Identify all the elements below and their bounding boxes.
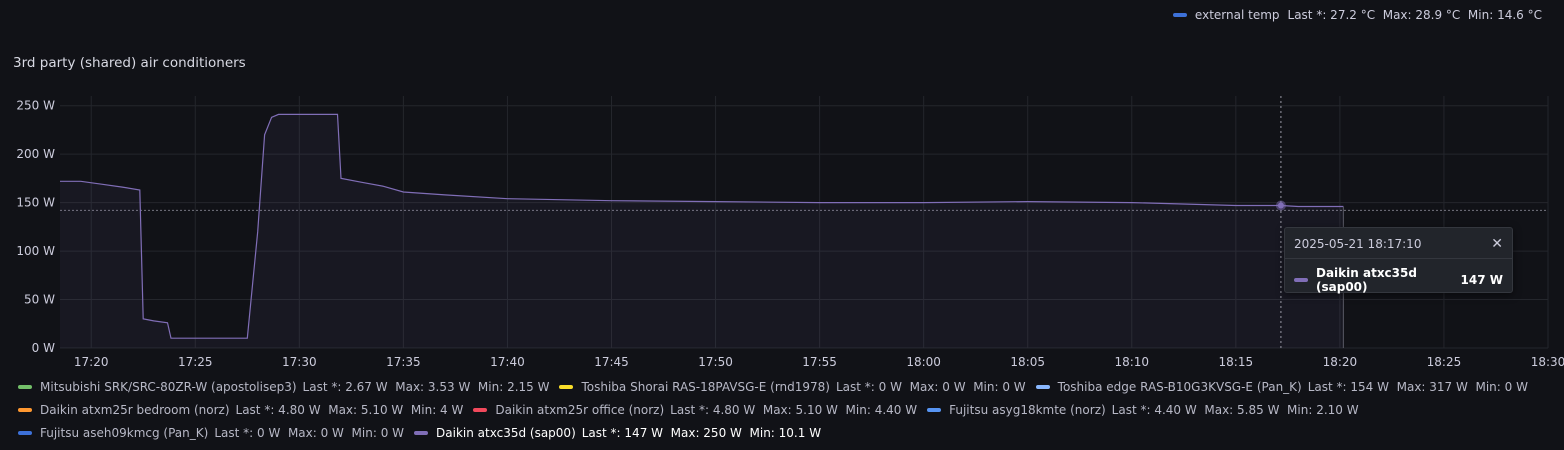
legend-series-stats: Last *: 147 W Max: 250 W Min: 10.1 W: [581, 426, 822, 440]
tooltip-swatch: [1294, 278, 1308, 282]
tooltip-series-name: Daikin atxc35d (sap00): [1316, 266, 1417, 294]
legend-item[interactable]: Daikin atxm25r office (norz) Last *: 4.80…: [473, 403, 917, 417]
legend-row-3: Fujitsu aseh09kmcg (Pan_K) Last *: 0 W Ma…: [18, 426, 831, 440]
x-tick-label: 17:30: [282, 355, 317, 369]
legend-item[interactable]: Daikin atxm25r bedroom (norz) Last *: 4.8…: [18, 403, 463, 417]
x-tick-label: 18:25: [1427, 355, 1462, 369]
x-tick-label: 17:55: [802, 355, 837, 369]
y-tick-label: 50 W: [24, 293, 55, 307]
legend-series-name: Fujitsu asyg18kmte (norz): [949, 403, 1106, 417]
legend-swatch: [18, 431, 32, 435]
legend-series-name: Daikin atxm25r bedroom (norz): [40, 403, 230, 417]
y-axis: 0 W 50 W 100 W 150 W 200 W 250 W: [16, 99, 55, 355]
x-tick-label: 18:05: [1010, 355, 1045, 369]
tooltip-time: 2025-05-21 18:17:10: [1294, 237, 1422, 251]
x-tick-label: 17:40: [490, 355, 525, 369]
legend-swatch: [927, 408, 942, 412]
hover-tooltip: 2025-05-21 18:17:10 ✕ Daikin atxc35d (sa…: [1284, 227, 1513, 294]
legend-row-2: Daikin atxm25r bedroom (norz) Last *: 4.8…: [18, 403, 1369, 417]
x-tick-label: 17:35: [386, 355, 421, 369]
legend-series-name: Toshiba edge RAS-B10G3KVSG-E (Pan_K): [1057, 380, 1302, 394]
tooltip-divider: [1285, 258, 1512, 259]
x-tick-label: 17:25: [178, 355, 213, 369]
y-tick-label: 150 W: [16, 196, 55, 210]
legend-series-stats: Last *: 2.67 W Max: 3.53 W Min: 2.15 W: [302, 380, 550, 394]
legend-swatch: [473, 408, 488, 412]
x-axis: 17:20 17:25 17:30 17:35 17:40 17:45 17:50 17:55…: [74, 355, 1564, 369]
y-tick-label: 100 W: [16, 244, 55, 258]
legend-item[interactable]: Mitsubishi SRK/SRC-80ZR-W (apostolisep3)…: [18, 380, 549, 394]
legend-swatch: [1035, 385, 1050, 389]
tooltip-row: Daikin atxc35d (sap00) 147 W: [1294, 266, 1503, 294]
y-tick-label: 0 W: [32, 341, 55, 355]
legend-series-stats: Last *: 4.40 W Max: 5.85 W Min: 2.10 W: [1111, 403, 1359, 417]
chart-series: [60, 96, 1548, 349]
legend-item[interactable]: Toshiba Shorai RAS-18PAVSG-E (rnd1978) La…: [559, 380, 1026, 394]
legend-item[interactable]: Toshiba edge RAS-B10G3KVSG-E (Pan_K) Last…: [1035, 380, 1528, 394]
legend-series-name: Fujitsu aseh09kmcg (Pan_K): [40, 426, 209, 440]
legend-series-stats: Last *: 4.80 W Max: 5.10 W Min: 4 W: [235, 403, 464, 417]
close-icon[interactable]: ✕: [1491, 236, 1503, 252]
x-tick-label: 18:00: [906, 355, 941, 369]
x-tick-label: 17:45: [594, 355, 629, 369]
x-tick-label: 18:15: [1219, 355, 1254, 369]
x-tick-label: 18:30: [1531, 355, 1564, 369]
legend-item[interactable]: Daikin atxc35d (sap00) Last *: 147 W Max:…: [414, 426, 821, 440]
legend-series-name: Mitsubishi SRK/SRC-80ZR-W (apostolisep3): [40, 380, 297, 394]
legend-series-name: Toshiba Shorai RAS-18PAVSG-E (rnd1978): [581, 380, 830, 394]
legend-series-stats: Last *: 4.80 W Max: 5.10 W Min: 4.40 W: [670, 403, 918, 417]
x-tick-label: 18:10: [1114, 355, 1149, 369]
y-tick-label: 250 W: [16, 99, 55, 113]
legend-swatch: [559, 385, 574, 389]
x-tick-label: 18:20: [1323, 355, 1358, 369]
legend-row-1: Mitsubishi SRK/SRC-80ZR-W (apostolisep3)…: [18, 380, 1538, 394]
legend-series-stats: Last *: 0 W Max: 0 W Min: 0 W: [214, 426, 405, 440]
x-tick-label: 17:20: [74, 355, 109, 369]
tooltip-value: 147 W: [1460, 273, 1503, 287]
hover-point: [1277, 202, 1284, 209]
legend-swatch: [414, 431, 429, 435]
legend-series-name: Daikin atxc35d (sap00): [436, 426, 576, 440]
series-area: [60, 114, 1344, 349]
legend-swatch: [18, 385, 32, 389]
legend-series-stats: Last *: 0 W Max: 0 W Min: 0 W: [835, 380, 1026, 394]
legend-series-stats: Last *: 154 W Max: 317 W Min: 0 W: [1307, 380, 1528, 394]
legend-item[interactable]: Fujitsu aseh09kmcg (Pan_K) Last *: 0 W Ma…: [18, 426, 404, 440]
legend-item[interactable]: Fujitsu asyg18kmte (norz) Last *: 4.40 W …: [927, 403, 1359, 417]
x-tick-label: 17:50: [698, 355, 733, 369]
power-line-chart[interactable]: 0 W50 W100 W150 W200 W250 W 17:20 17:25 17…: [0, 0, 1564, 380]
legend-swatch: [18, 408, 32, 412]
y-tick-label: 200 W: [16, 147, 55, 161]
legend-series-name: Daikin atxm25r office (norz): [495, 403, 665, 417]
